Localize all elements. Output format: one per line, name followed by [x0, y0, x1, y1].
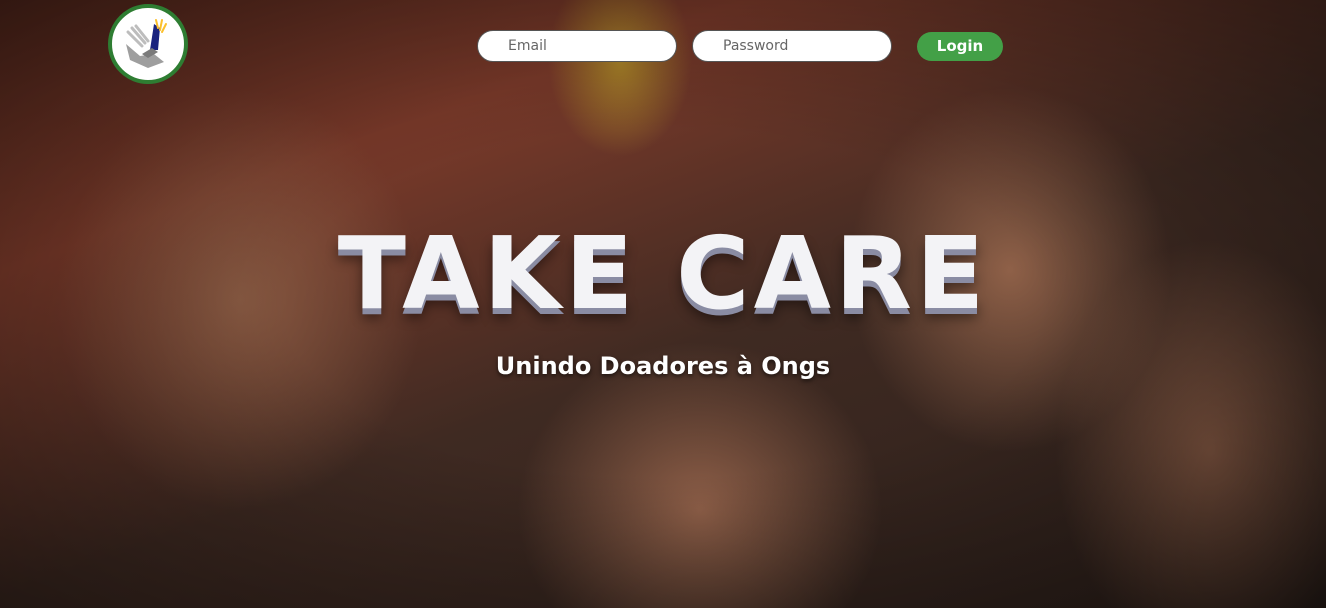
- helping-hands-logo-icon[interactable]: [108, 4, 188, 84]
- page-title: TAKE CARE: [337, 215, 989, 332]
- tagline: Unindo Doadores à Ongs: [495, 352, 831, 380]
- password-input[interactable]: [692, 30, 892, 62]
- login-button[interactable]: Login: [917, 31, 1003, 61]
- login-form: Login: [477, 30, 1003, 62]
- email-input[interactable]: [477, 30, 677, 62]
- hero-section: Login TAKE CARE Unindo Doadores à Ongs: [0, 0, 1326, 608]
